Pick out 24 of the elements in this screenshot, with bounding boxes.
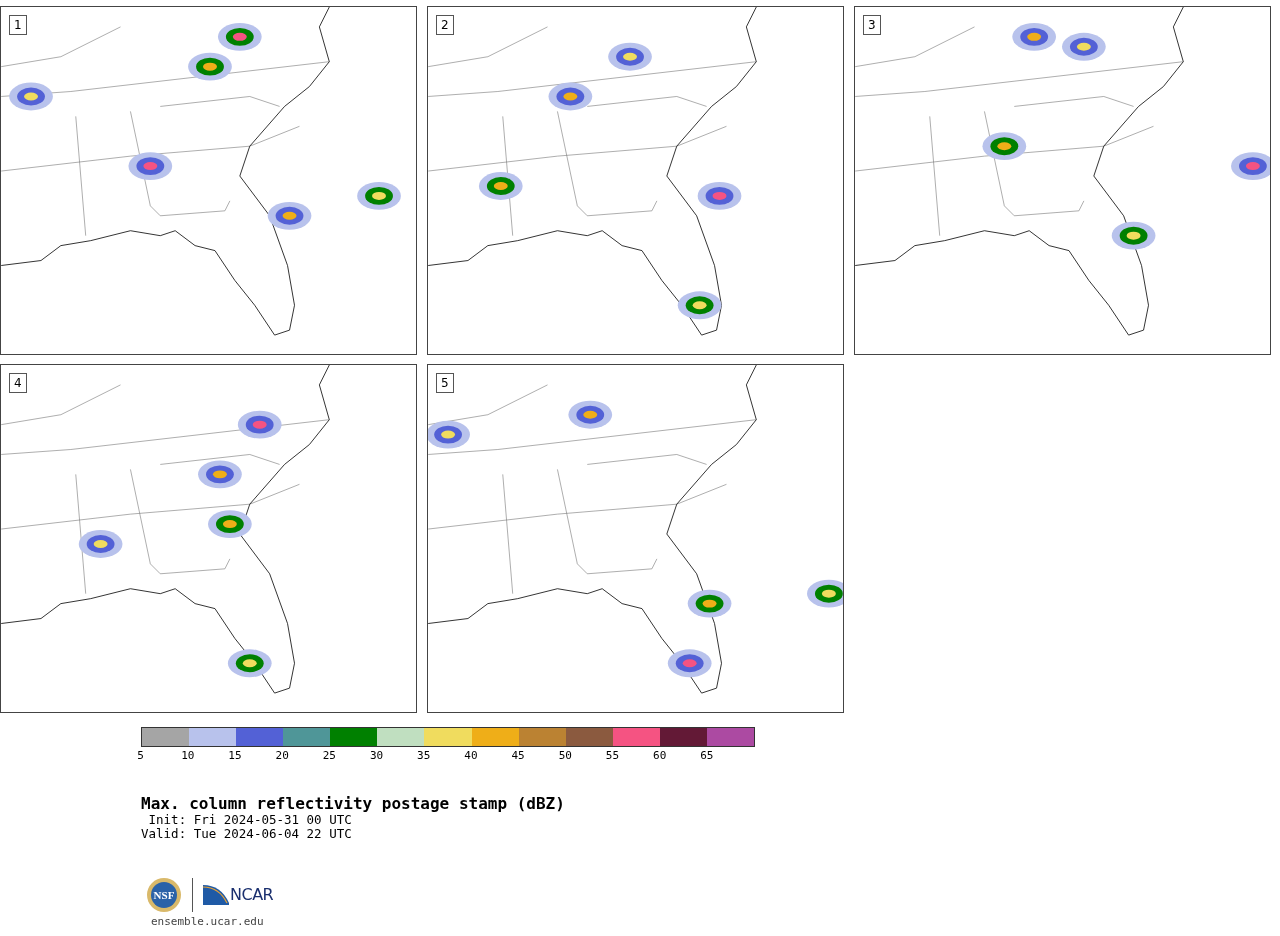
website-url: ensemble.ucar.edu (151, 915, 265, 928)
tick-label: 5 (136, 749, 145, 763)
tick-label: 10 (180, 749, 196, 763)
tick-label: 60 (652, 749, 668, 763)
chart-title: Max. column reflectivity postage stamp (dBZ) (141, 795, 566, 813)
tick-label: 20 (274, 749, 290, 763)
tick-label: 40 (463, 749, 479, 763)
tick-label: 65 (699, 749, 715, 763)
nsf-logo: NSF (146, 877, 182, 913)
tick-label: 45 (510, 749, 526, 763)
tick-label: 50 (557, 749, 573, 763)
panel-number: 5 (436, 373, 454, 393)
panel-number: 1 (9, 15, 27, 35)
tick-label: 35 (416, 749, 432, 763)
tick-label: 30 (368, 749, 385, 763)
tick-label: 25 (321, 749, 337, 763)
tick-label: 15 (227, 749, 243, 763)
valid-time: Valid: Tue 2024-06-04 22 UTC (141, 827, 353, 841)
tick-label: 55 (604, 749, 621, 763)
panel-number: 4 (9, 373, 27, 393)
panel-number: 3 (863, 15, 881, 35)
panel-number: 2 (436, 15, 454, 35)
ncar-logo: NCAR (203, 883, 274, 907)
init-time: Init: Fri 2024-05-31 00 UTC (147, 813, 353, 827)
